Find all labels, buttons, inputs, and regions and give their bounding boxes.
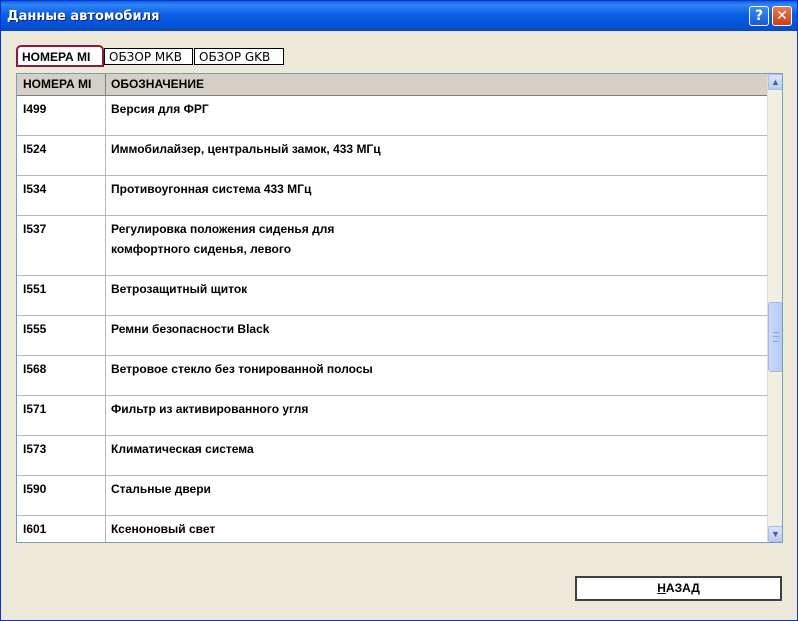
scroll-up-icon[interactable]: ▲ — [768, 74, 782, 90]
cell-description: Ветровое стекло без тонированной полосы — [111, 359, 373, 379]
cell-description: Ветрозащитный щиток — [111, 279, 247, 299]
cell-code: I524 — [23, 142, 47, 156]
scroll-down-icon[interactable]: ▼ — [768, 526, 782, 542]
cell-description: Стальные двери — [111, 479, 211, 499]
cell-description: Ремни безопасности Black — [111, 319, 269, 339]
cell-code: I499 — [23, 102, 47, 116]
cell-code: I568 — [23, 362, 47, 376]
cell-code: I555 — [23, 322, 47, 336]
desc-line: Версия для ФРГ — [111, 102, 209, 116]
desc-line: Ветровое стекло без тонированной полосы — [111, 362, 373, 376]
table-header: НОМЕРА MI ОБОЗНАЧЕНИЕ — [17, 74, 767, 96]
table-row[interactable]: I537 Регулировка положения сиденья для к… — [17, 216, 767, 276]
desc-line: Ксеноновый свет — [111, 522, 216, 536]
table-row[interactable]: I568 Ветровое стекло без тонированной по… — [17, 356, 767, 396]
table-row[interactable]: I601 Ксеноновый свет — [17, 516, 767, 542]
column-divider — [105, 96, 106, 542]
title-bar[interactable]: Данные автомобиля ? ✕ — [1, 1, 797, 31]
cell-description: Регулировка положения сиденья для комфор… — [111, 219, 334, 259]
table-body: I499 Версия для ФРГ I524 Иммобилайзер, ц… — [17, 96, 767, 542]
cell-code: I571 — [23, 402, 47, 416]
table-row[interactable]: I524 Иммобилайзер, центральный замок, 43… — [17, 136, 767, 176]
cell-code: I601 — [23, 522, 47, 536]
cell-description: Фильтр из активированного угля — [111, 399, 308, 419]
back-hotkey: Н — [657, 581, 666, 595]
tab-mi-numbers[interactable]: НОМЕРА MI — [16, 45, 104, 67]
header-code[interactable]: НОМЕРА MI — [23, 74, 91, 95]
vertical-scrollbar[interactable]: ▲ ▼ — [767, 74, 782, 542]
close-icon[interactable]: ✕ — [772, 6, 792, 26]
desc-line: Ветрозащитный щиток — [111, 282, 248, 296]
scroll-thumb[interactable] — [768, 302, 782, 372]
table-row[interactable]: I499 Версия для ФРГ — [17, 96, 767, 136]
desc-line: Ремни безопасности Black — [111, 322, 270, 336]
cell-code: I537 — [23, 222, 47, 236]
back-label: АЗАД — [665, 581, 700, 595]
cell-code: I590 — [23, 482, 47, 496]
cell-description: Климатическая система — [111, 439, 254, 459]
table-row[interactable]: I555 Ремни безопасности Black — [17, 316, 767, 356]
cell-description: Ксеноновый свет — [111, 519, 215, 539]
desc-line: Иммобилайзер, центральный замок, 433 МГц — [111, 142, 381, 156]
desc-line: Стальные двери — [111, 482, 211, 496]
cell-code: I573 — [23, 442, 47, 456]
table-row[interactable]: I573 Климатическая система — [17, 436, 767, 476]
tab-mkv-overview[interactable]: ОБЗОР МКВ — [104, 48, 193, 65]
header-divider — [105, 74, 106, 96]
table-row[interactable]: I534 Противоугонная система 433 МГц — [17, 176, 767, 216]
table-row[interactable]: I571 Фильтр из активированного угля — [17, 396, 767, 436]
cell-description: Иммобилайзер, центральный замок, 433 МГц — [111, 139, 381, 159]
table-row[interactable]: I590 Стальные двери — [17, 476, 767, 516]
window-title: Данные автомобиля — [7, 9, 160, 24]
desc-line: Регулировка положения сиденья для — [111, 222, 335, 236]
cell-code: I551 — [23, 282, 47, 296]
cell-description: Версия для ФРГ — [111, 99, 209, 119]
help-icon[interactable]: ? — [749, 6, 769, 26]
table-row[interactable]: I551 Ветрозащитный щиток — [17, 276, 767, 316]
dialog-window: Данные автомобиля ? ✕ НОМЕРА MI ОБЗОР МК… — [0, 0, 798, 621]
cell-code: I534 — [23, 182, 47, 196]
desc-line: Противоугонная система 433 МГц — [111, 182, 312, 196]
desc-line: Климатическая система — [111, 442, 254, 456]
desc-line: комфортного сиденья, левого — [111, 242, 292, 256]
table-panel: НОМЕРА MI ОБОЗНАЧЕНИЕ I499 Версия для ФР… — [16, 73, 783, 543]
desc-line: Фильтр из активированного угля — [111, 402, 309, 416]
tab-gkb-overview[interactable]: ОБЗОР GKB — [194, 48, 284, 65]
header-description[interactable]: ОБОЗНАЧЕНИЕ — [111, 74, 204, 95]
back-button[interactable]: НАЗАД — [575, 576, 782, 601]
cell-description: Противоугонная система 433 МГц — [111, 179, 311, 199]
grip-icon — [773, 332, 779, 342]
